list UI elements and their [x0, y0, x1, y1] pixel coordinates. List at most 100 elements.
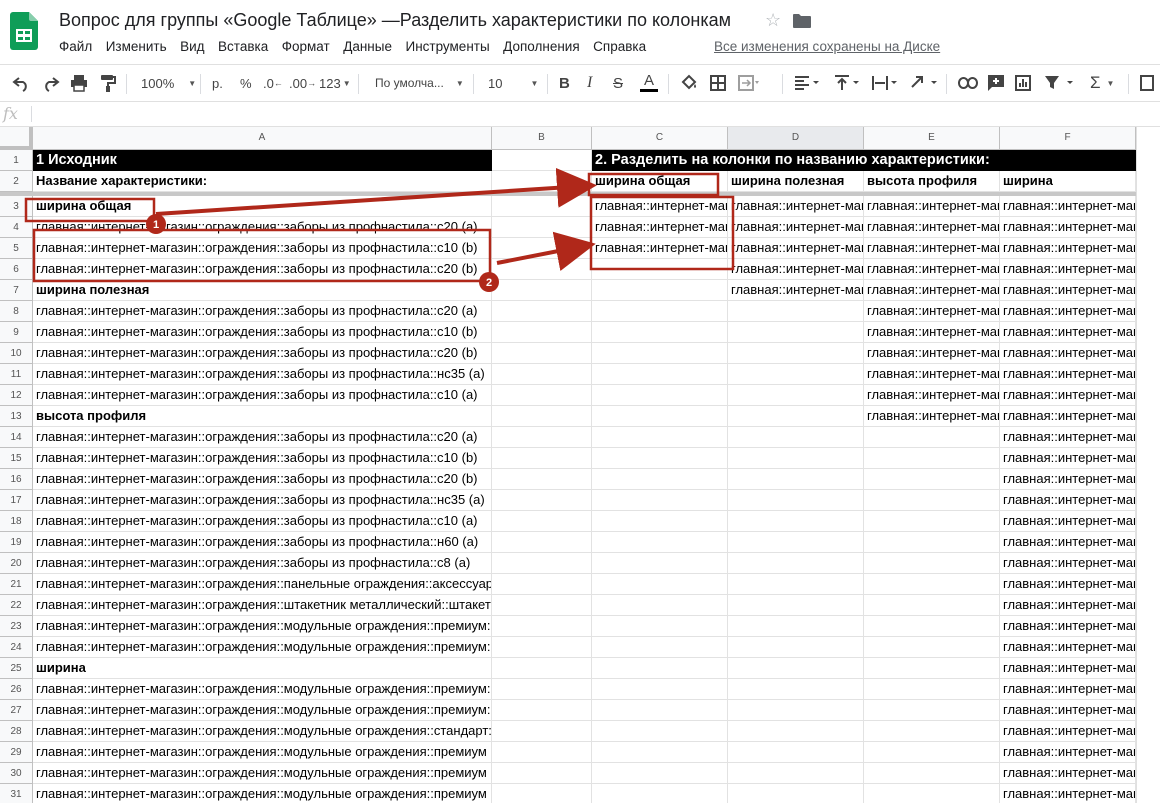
- font-select[interactable]: По умолча... ▼: [375, 65, 464, 101]
- cell-c25[interactable]: [592, 658, 728, 679]
- more-formats-button[interactable]: 123 ▼: [319, 65, 351, 101]
- row-header[interactable]: 12: [0, 385, 33, 406]
- cell-f31[interactable]: главная::интернет-магазин::ограждения::з…: [1000, 784, 1136, 803]
- cell-a13[interactable]: высота профиля: [33, 406, 492, 427]
- cell-d23[interactable]: [728, 616, 864, 637]
- cell-d5[interactable]: главная::интернет-магазин::ограждения::з…: [728, 238, 864, 259]
- cell-d20[interactable]: [728, 553, 864, 574]
- cell-e9[interactable]: главная::интернет-магазин::ограждения::з…: [864, 322, 1000, 343]
- cell-a3[interactable]: ширина общая: [33, 196, 492, 217]
- cell-c28[interactable]: [592, 721, 728, 742]
- cell-e6[interactable]: главная::интернет-магазин::ограждения::з…: [864, 259, 1000, 280]
- cell-a31[interactable]: главная::интернет-магазин::ограждения::м…: [33, 784, 492, 803]
- functions-button[interactable]: Σ ▼: [1090, 65, 1114, 101]
- row-header[interactable]: 26: [0, 679, 33, 700]
- cell-f10[interactable]: главная::интернет-магазин::ограждения::з…: [1000, 343, 1136, 364]
- cell-e30[interactable]: [864, 763, 1000, 784]
- folder-icon[interactable]: [793, 14, 811, 28]
- cell-f13[interactable]: главная::интернет-магазин::ограждения::з…: [1000, 406, 1136, 427]
- cell-f11[interactable]: главная::интернет-магазин::ограждения::з…: [1000, 364, 1136, 385]
- cell-d13[interactable]: [728, 406, 864, 427]
- row-header[interactable]: 30: [0, 763, 33, 784]
- row-header[interactable]: 28: [0, 721, 33, 742]
- cell-a26[interactable]: главная::интернет-магазин::ограждения::м…: [33, 679, 492, 700]
- cell-c11[interactable]: [592, 364, 728, 385]
- cell-a1[interactable]: 1 Исходник: [33, 150, 492, 171]
- row-header[interactable]: 18: [0, 511, 33, 532]
- cell-f19[interactable]: главная::интернет-магазин::ограждения::з…: [1000, 532, 1136, 553]
- cell-e17[interactable]: [864, 490, 1000, 511]
- cell-d7[interactable]: главная::интернет-магазин::ограждения::з…: [728, 280, 864, 301]
- row-header[interactable]: 13: [0, 406, 33, 427]
- cell-b15[interactable]: [492, 448, 592, 469]
- cell-c23[interactable]: [592, 616, 728, 637]
- cell-a21[interactable]: главная::интернет-магазин::ограждения::п…: [33, 574, 492, 595]
- cell-f26[interactable]: главная::интернет-магазин::ограждения::з…: [1000, 679, 1136, 700]
- row-header[interactable]: 23: [0, 616, 33, 637]
- cell-a6[interactable]: главная::интернет-магазин::ограждения::з…: [33, 259, 492, 280]
- cell-a10[interactable]: главная::интернет-магазин::ограждения::з…: [33, 343, 492, 364]
- cell-d12[interactable]: [728, 385, 864, 406]
- row-header[interactable]: 11: [0, 364, 33, 385]
- cell-c19[interactable]: [592, 532, 728, 553]
- fill-color-icon[interactable]: [680, 65, 698, 101]
- cell-b1[interactable]: [492, 150, 592, 171]
- cell-d25[interactable]: [728, 658, 864, 679]
- cell-e16[interactable]: [864, 469, 1000, 490]
- cell-d17[interactable]: [728, 490, 864, 511]
- row-header[interactable]: 31: [0, 784, 33, 803]
- cell-a7[interactable]: ширина полезная: [33, 280, 492, 301]
- cell-b27[interactable]: [492, 700, 592, 721]
- row-header[interactable]: 4: [0, 217, 33, 238]
- cell-d2[interactable]: ширина полезная: [728, 171, 864, 192]
- cell-a12[interactable]: главная::интернет-магазин::ограждения::з…: [33, 385, 492, 406]
- zoom-select[interactable]: 100% ▼: [141, 65, 196, 101]
- cell-c1[interactable]: 2. Разделить на колонки по названию хара…: [592, 150, 1136, 171]
- cell-c10[interactable]: [592, 343, 728, 364]
- cell-c31[interactable]: [592, 784, 728, 803]
- row-header[interactable]: 1: [0, 150, 33, 171]
- cell-a27[interactable]: главная::интернет-магазин::ограждения::м…: [33, 700, 492, 721]
- increase-decimals-button[interactable]: .00 →: [289, 65, 316, 101]
- menu-edit[interactable]: Изменить: [106, 39, 167, 54]
- cell-f27[interactable]: главная::интернет-магазин::ограждения::з…: [1000, 700, 1136, 721]
- cell-c12[interactable]: [592, 385, 728, 406]
- paint-format-icon[interactable]: [99, 65, 117, 101]
- cell-c21[interactable]: [592, 574, 728, 595]
- cell-f12[interactable]: главная::интернет-магазин::ограждения::з…: [1000, 385, 1136, 406]
- row-header[interactable]: 21: [0, 574, 33, 595]
- cell-c27[interactable]: [592, 700, 728, 721]
- cell-c22[interactable]: [592, 595, 728, 616]
- cell-b5[interactable]: [492, 238, 592, 259]
- cell-e26[interactable]: [864, 679, 1000, 700]
- cell-a4[interactable]: главная::интернет-магазин::ограждения::з…: [33, 217, 492, 238]
- cell-b9[interactable]: [492, 322, 592, 343]
- row-header[interactable]: 22: [0, 595, 33, 616]
- menu-addons[interactable]: Дополнения: [503, 39, 579, 54]
- cell-f17[interactable]: главная::интернет-магазин::ограждения::з…: [1000, 490, 1136, 511]
- row-header[interactable]: 29: [0, 742, 33, 763]
- row-header[interactable]: 6: [0, 259, 33, 280]
- cell-d3[interactable]: главная::интернет-магазин::ограждения::з…: [728, 196, 864, 217]
- cell-f30[interactable]: главная::интернет-магазин::ограждения::з…: [1000, 763, 1136, 784]
- cell-c16[interactable]: [592, 469, 728, 490]
- more-toolbar-icon[interactable]: [1140, 65, 1154, 101]
- column-header-e[interactable]: E: [864, 127, 1000, 150]
- cell-e10[interactable]: главная::интернет-магазин::ограждения::з…: [864, 343, 1000, 364]
- cell-d10[interactable]: [728, 343, 864, 364]
- cell-e8[interactable]: главная::интернет-магазин::ограждения::з…: [864, 301, 1000, 322]
- cell-c20[interactable]: [592, 553, 728, 574]
- cell-a22[interactable]: главная::интернет-магазин::ограждения::ш…: [33, 595, 492, 616]
- cell-c9[interactable]: [592, 322, 728, 343]
- star-icon[interactable]: ☆: [765, 10, 781, 31]
- cell-b3[interactable]: [492, 196, 592, 217]
- cell-f28[interactable]: главная::интернет-магазин::ограждения::з…: [1000, 721, 1136, 742]
- cell-e12[interactable]: главная::интернет-магазин::ограждения::з…: [864, 385, 1000, 406]
- cell-d16[interactable]: [728, 469, 864, 490]
- cell-a20[interactable]: главная::интернет-магазин::ограждения::з…: [33, 553, 492, 574]
- cell-a14[interactable]: главная::интернет-магазин::ограждения::з…: [33, 427, 492, 448]
- cell-f18[interactable]: главная::интернет-магазин::ограждения::з…: [1000, 511, 1136, 532]
- cell-a2[interactable]: Название характеристики:: [33, 171, 492, 192]
- cell-b30[interactable]: [492, 763, 592, 784]
- row-header[interactable]: 7: [0, 280, 33, 301]
